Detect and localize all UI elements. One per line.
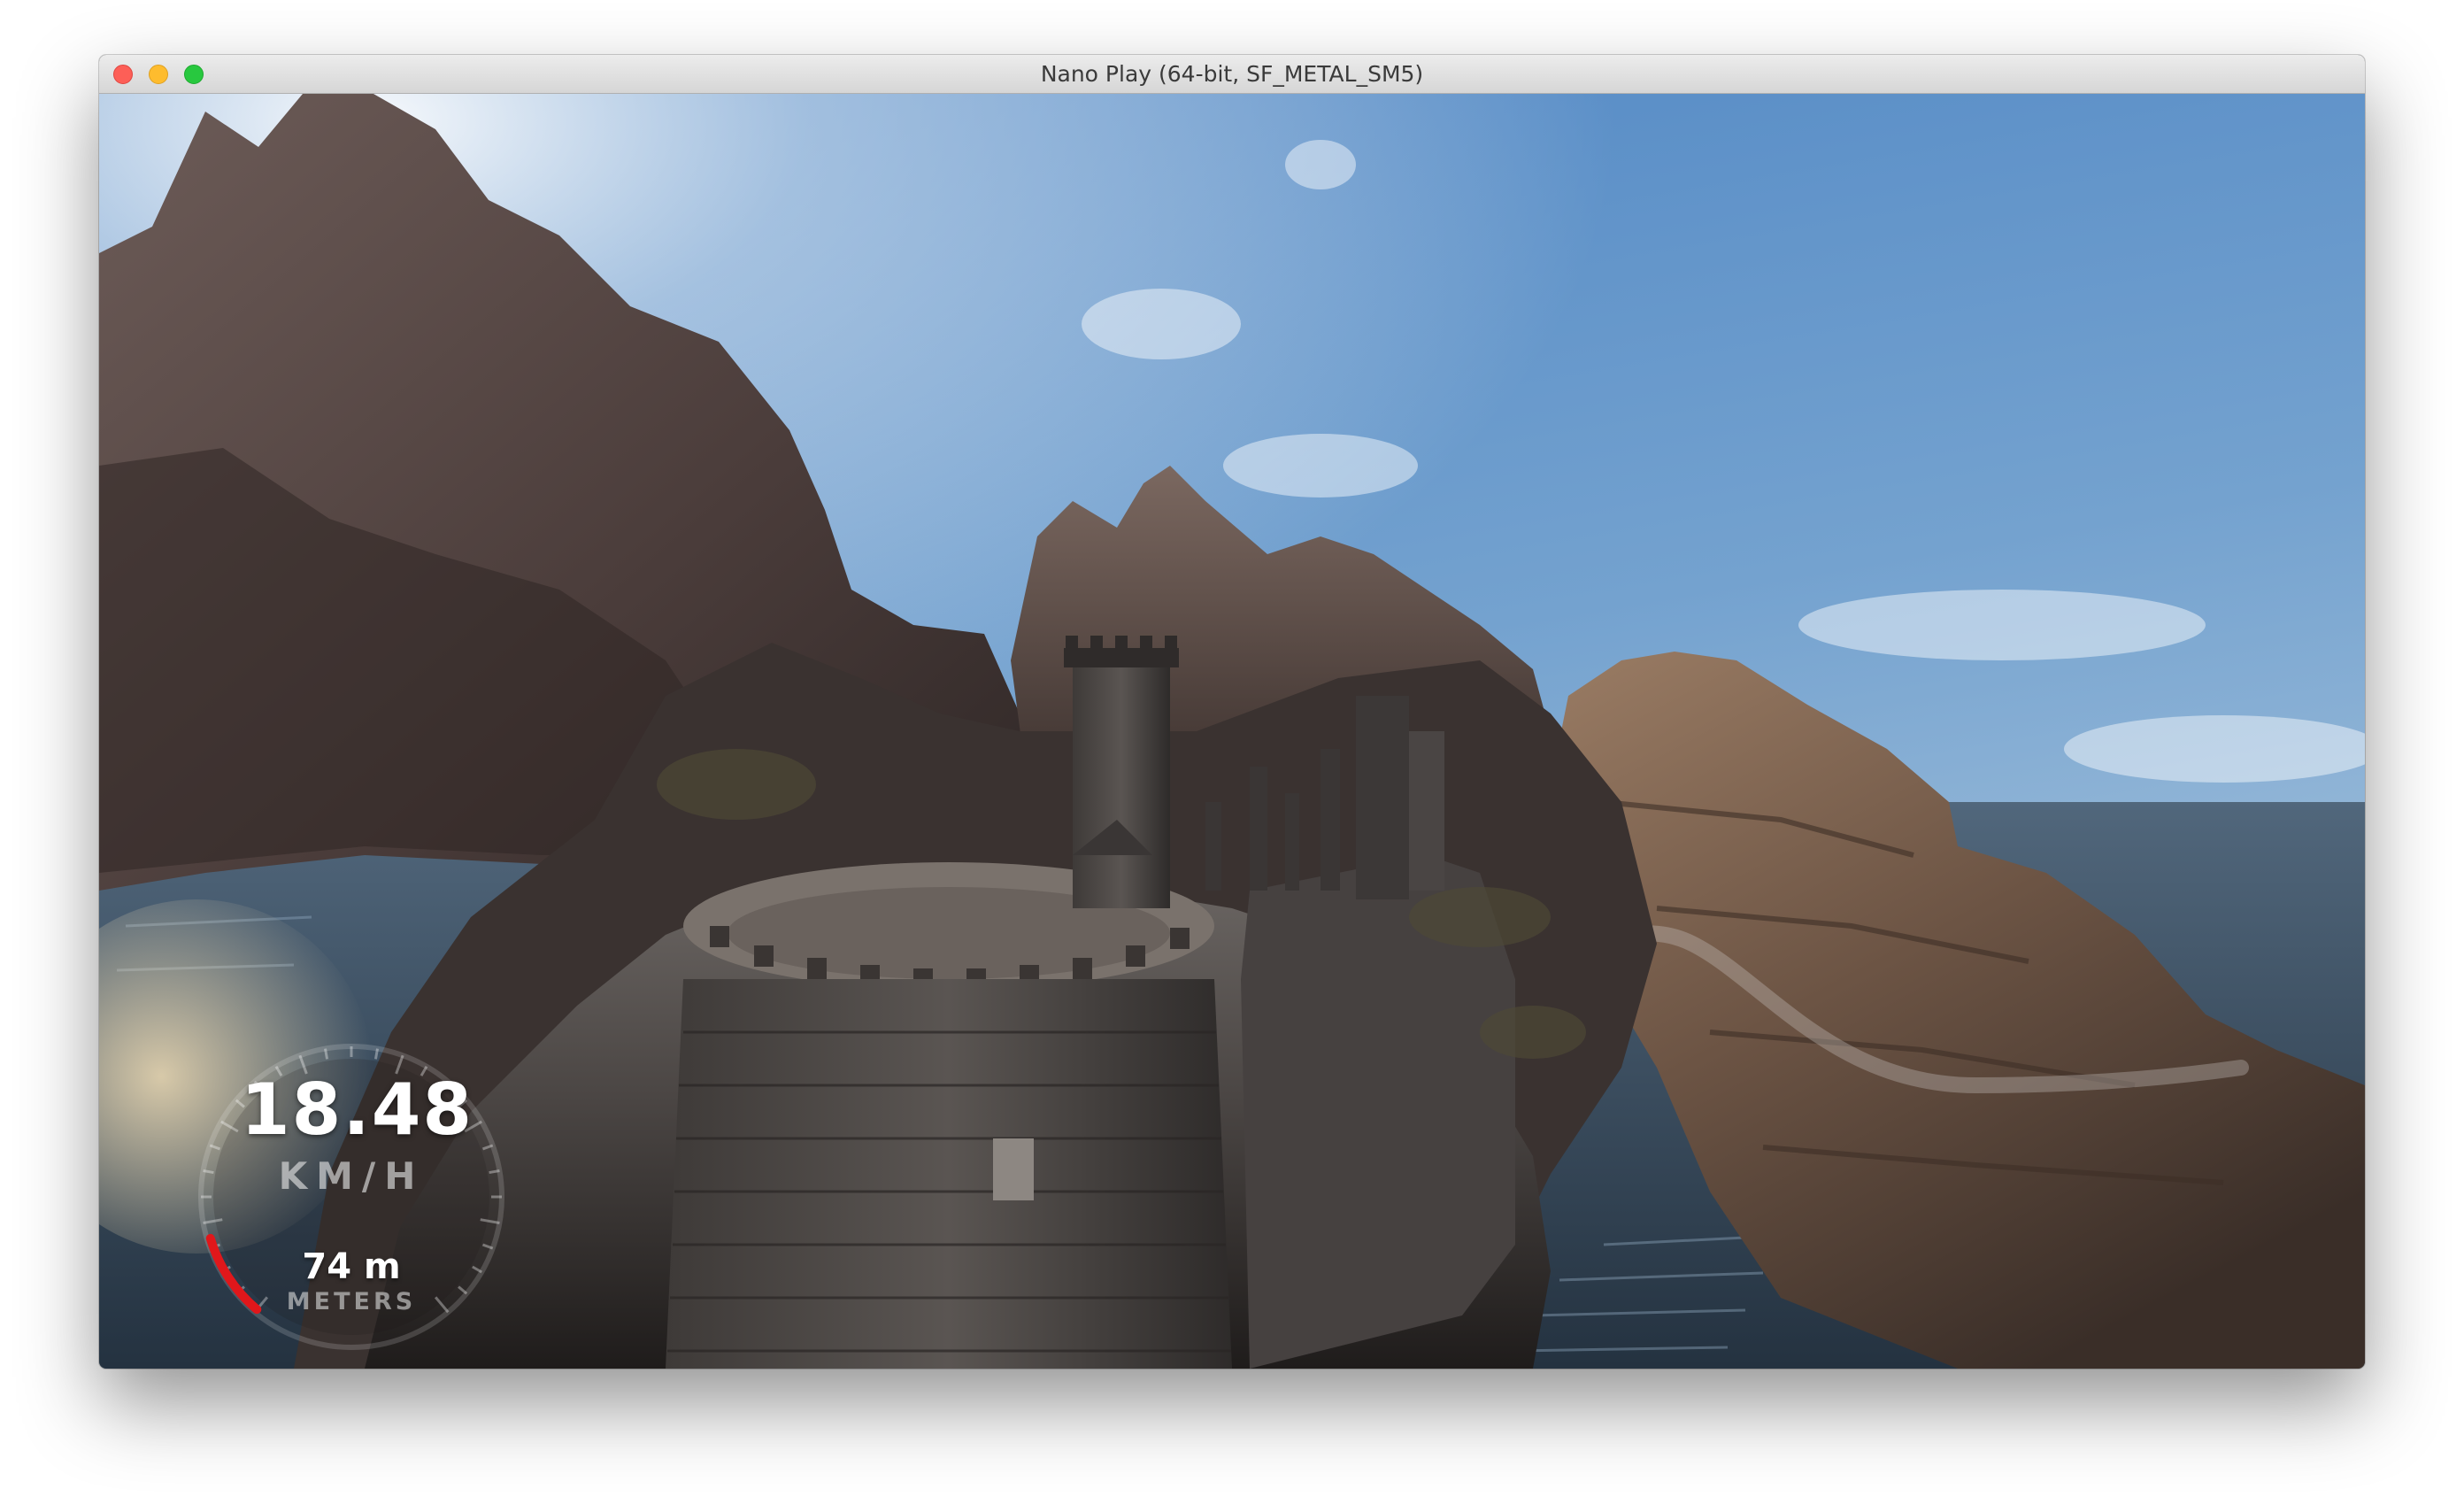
keep-spire [1356,696,1409,899]
game-viewport[interactable]: 18.48 KM/H 74 m METERS [99,94,2365,1369]
speedometer-tick [373,1048,379,1060]
front-tower [666,979,1232,1369]
window-title: Nano Play (64-bit, SF_METAL_SM5) [1040,61,1424,87]
distance-readout: 74 m [302,1246,401,1287]
keep-spire [1409,731,1444,891]
speed-unit-label: KM/H [278,1154,425,1198]
speedometer-tick [203,1169,214,1175]
speedometer-tick [324,1048,329,1060]
title-bar[interactable]: Nano Play (64-bit, SF_METAL_SM5) [99,55,2365,94]
speed-readout: 18.48 [241,1068,474,1151]
central-tower [1073,660,1170,908]
distance-unit-label: METERS [286,1288,417,1315]
tower-window [993,1138,1034,1200]
speedometer-tick [489,1169,500,1175]
app-window: Nano Play (64-bit, SF_METAL_SM5) 18.48 K… [99,55,2365,1369]
central-tower-cap [1064,648,1179,667]
